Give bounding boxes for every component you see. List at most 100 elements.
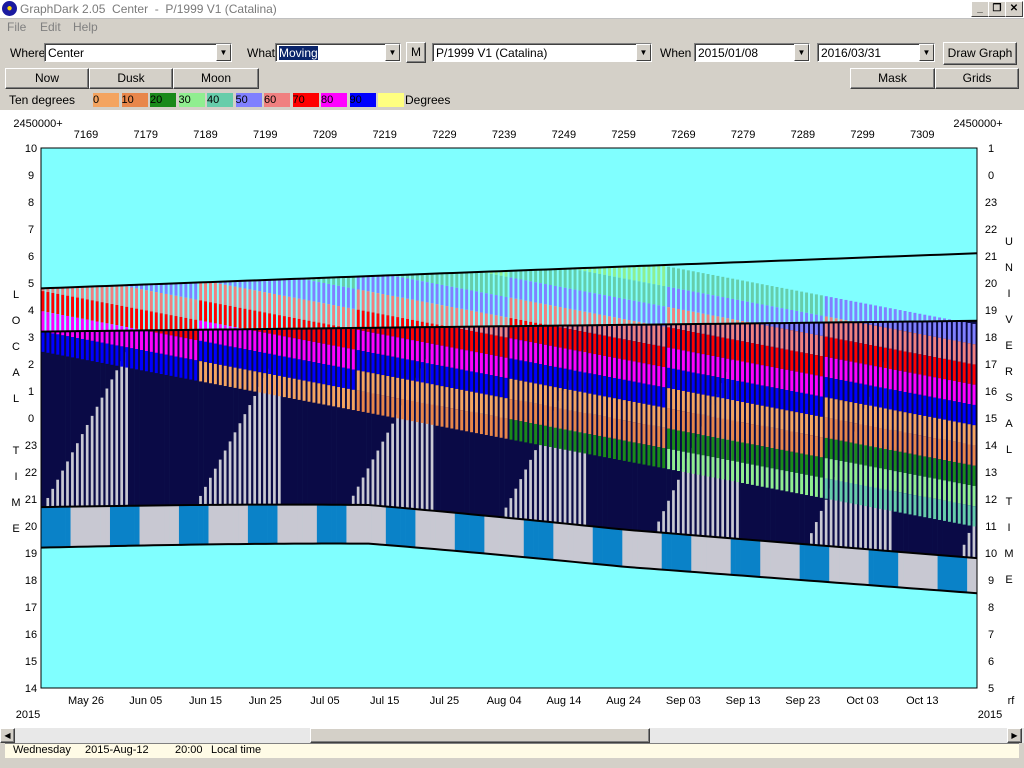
altitude-bar (460, 410, 464, 431)
altitude-bar (346, 368, 350, 389)
altitude-bar (159, 333, 163, 354)
altitude-bar (819, 295, 823, 316)
right-axis-title-letter: U (1005, 236, 1013, 248)
start-date-select[interactable]: 2015/01/08 ▼ (694, 43, 810, 62)
altitude-bar (612, 276, 616, 297)
altitude-bar (598, 273, 602, 295)
end-date-select[interactable]: 2016/03/31 ▼ (817, 43, 935, 62)
altitude-bar (785, 329, 789, 350)
altitude-bar (435, 304, 439, 325)
altitude-bar (558, 388, 562, 409)
altitude-bar (952, 441, 956, 462)
altitude-bar (415, 300, 419, 321)
object-select[interactable]: P/1999 V1 (Catalina) ▼ (432, 43, 652, 62)
where-select[interactable]: Center ▼ (44, 43, 232, 62)
twilight-bar (302, 504, 308, 544)
close-button[interactable]: ✕ (1005, 1, 1023, 17)
chevron-down-icon[interactable]: ▼ (216, 44, 231, 61)
now-button[interactable]: Now (5, 68, 89, 89)
graph-canvas[interactable]: 1098765432102322212019181716151410232221… (0, 110, 1024, 728)
dusk-button[interactable]: Dusk (89, 68, 173, 89)
status-weekday: Wednesday (13, 744, 71, 756)
altitude-bar (918, 374, 922, 395)
scrollbar-thumb[interactable] (310, 728, 650, 743)
altitude-bar (888, 308, 892, 329)
mask-button[interactable]: Mask (850, 68, 935, 89)
menu-help[interactable]: Help (73, 20, 98, 34)
twilight-bar (735, 538, 741, 576)
horizontal-scrollbar[interactable]: ◀ ▶ (0, 728, 1024, 743)
altitude-bar (366, 352, 370, 373)
what-select[interactable]: Moving ▼ (275, 43, 401, 62)
minimize-button[interactable]: _ (971, 1, 989, 17)
altitude-bar (878, 306, 882, 327)
altitude-bar (470, 411, 474, 433)
altitude-bar (75, 317, 79, 339)
twilight-bar (725, 537, 731, 575)
altitude-bar (755, 303, 759, 324)
altitude-bar (238, 281, 242, 288)
altitude-bar (672, 429, 676, 450)
twilight-bar (371, 505, 377, 544)
chevron-down-icon[interactable]: ▼ (636, 44, 651, 61)
altitude-bar (883, 469, 887, 490)
altitude-bar (972, 344, 976, 365)
altitude-bar (548, 269, 552, 285)
altitude-bar (736, 421, 740, 442)
altitude-bar (967, 363, 971, 384)
moonlight-bar (972, 521, 976, 558)
twilight-bar (154, 505, 160, 546)
chevron-down-icon[interactable]: ▼ (385, 44, 400, 61)
altitude-bar (898, 411, 902, 432)
left-hour-label: 23 (25, 440, 37, 452)
altitude-bar (672, 328, 676, 349)
scroll-left-arrow-icon[interactable]: ◀ (0, 728, 15, 743)
altitude-bar (543, 385, 547, 406)
twilight-bar (903, 552, 909, 588)
altitude-bar (770, 286, 774, 307)
left-hour-label: 18 (25, 575, 37, 587)
altitude-bar (755, 425, 759, 446)
twilight-bar (632, 530, 638, 568)
altitude-bar (883, 489, 887, 510)
chevron-down-icon[interactable]: ▼ (919, 44, 934, 61)
left-hour-label: 21 (25, 494, 37, 506)
altitude-bar (957, 381, 961, 403)
draw-graph-button[interactable]: Draw Graph (943, 42, 1017, 65)
altitude-bar (253, 351, 257, 372)
visibility-graph[interactable]: 10 9 8 7 6 5 4 3 2 1 0 23 22 21 20 19 18 17 16 15 14 1 0 23 22 21… (0, 110, 1024, 728)
altitude-bar (938, 337, 942, 358)
altitude-bar (450, 367, 454, 389)
altitude-bar (140, 289, 143, 310)
altitude-bar (898, 451, 902, 473)
altitude-bar (701, 435, 705, 456)
altitude-bar (617, 358, 621, 379)
altitude-bar (652, 385, 656, 406)
altitude-bar (578, 331, 582, 352)
altitude-bar (741, 402, 744, 423)
altitude-bar (608, 336, 611, 357)
altitude-bar (410, 299, 414, 320)
restore-button[interactable]: ❐ (988, 1, 1006, 17)
altitude-bar (933, 336, 937, 358)
moon-button[interactable]: Moon (173, 68, 259, 89)
altitude-bar (849, 442, 853, 463)
right-axis-title-letter: E (1005, 574, 1012, 586)
menu-edit[interactable]: Edit (40, 20, 61, 34)
right-axis-title-letter: R (1005, 366, 1013, 378)
chevron-down-icon[interactable]: ▼ (794, 44, 809, 61)
altitude-bar (913, 495, 917, 516)
right-axis-title-letter: S (1005, 392, 1012, 404)
menu-file[interactable]: File (7, 20, 26, 34)
scroll-right-arrow-icon[interactable]: ▶ (1007, 728, 1022, 743)
altitude-bar (529, 301, 533, 322)
right-axis-title-letter: I (1007, 288, 1010, 300)
altitude-bar (938, 357, 942, 379)
twilight-bar (779, 542, 786, 579)
m-button[interactable]: M (406, 42, 426, 63)
altitude-bar (548, 365, 552, 387)
left-hour-label: 5 (28, 278, 34, 290)
twilight-bar (592, 526, 598, 564)
altitude-bar (795, 371, 799, 392)
grids-button[interactable]: Grids (935, 68, 1019, 89)
